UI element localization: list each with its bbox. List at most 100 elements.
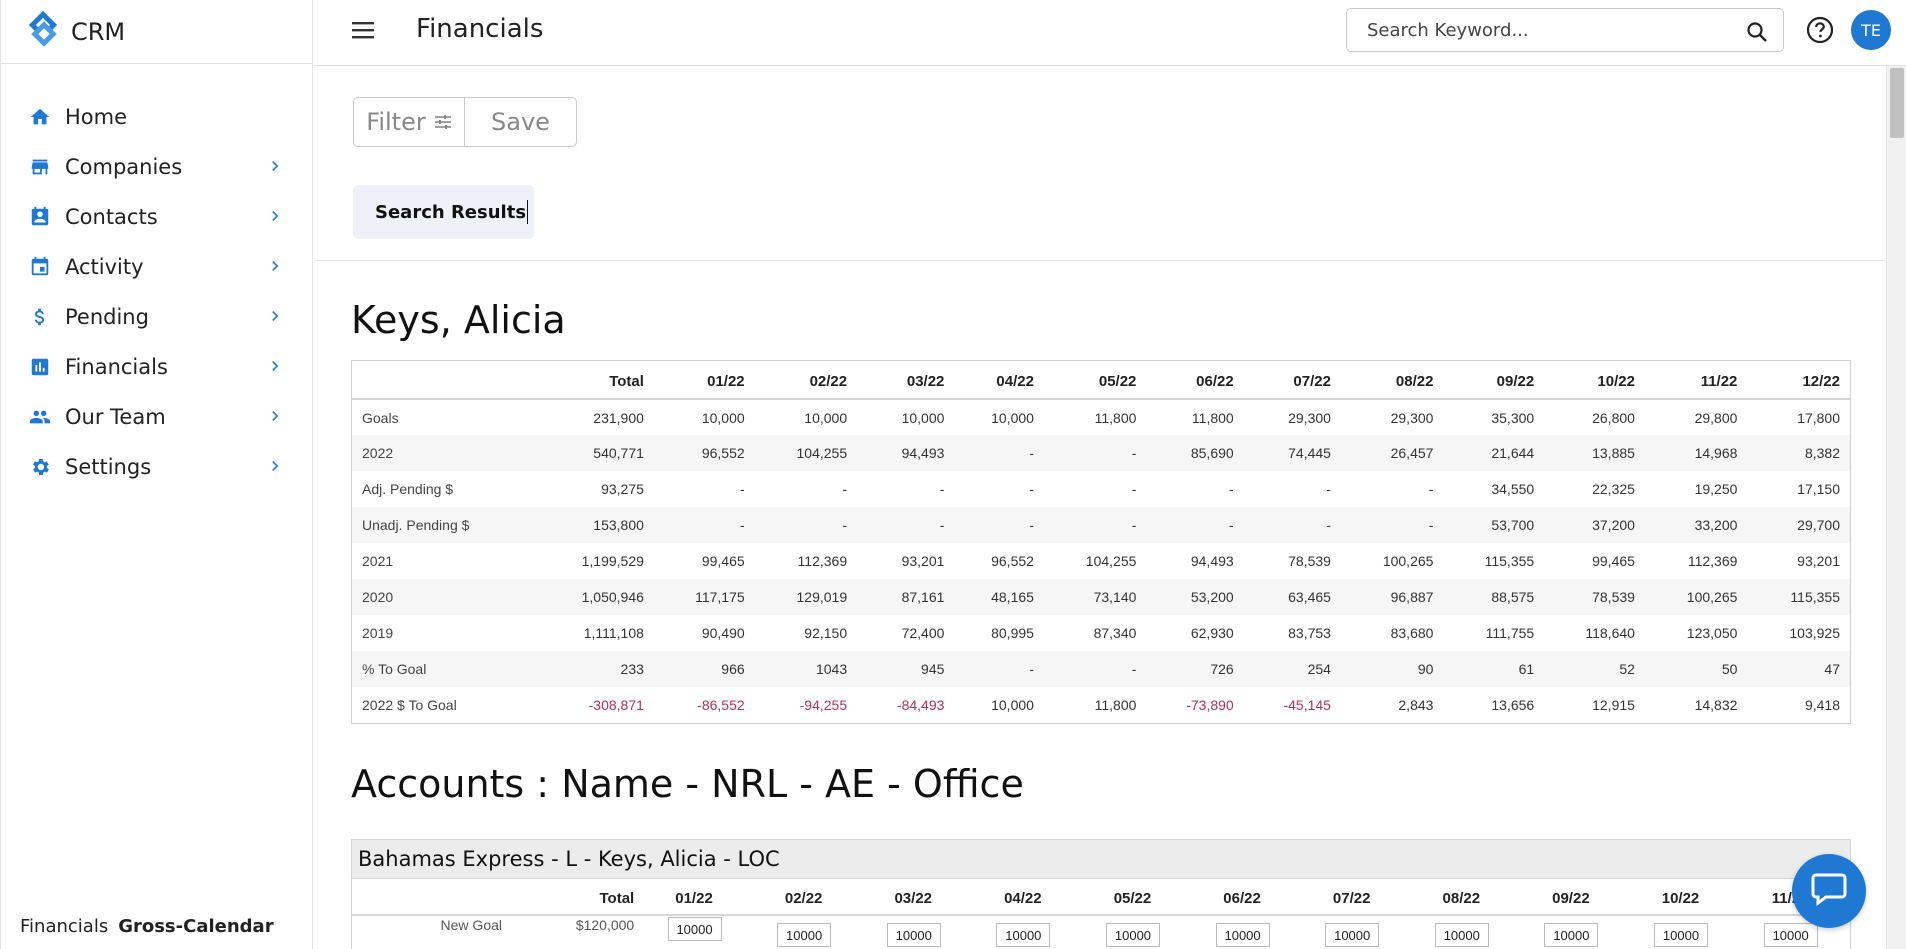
gear-icon: [27, 454, 53, 480]
sidebar-item-label: Financials: [65, 355, 168, 379]
goal-input[interactable]: [1544, 923, 1599, 947]
goal-input[interactable]: [1325, 923, 1380, 947]
table-cell: 92,150: [804, 625, 848, 641]
chevron-right-icon[interactable]: [265, 256, 285, 276]
sidebar-item-pending[interactable]: Pending: [1, 292, 312, 342]
row-label: Adj. Pending $: [362, 481, 454, 497]
goal-input[interactable]: [1105, 923, 1160, 947]
column-header: 07/22: [1243, 361, 1341, 400]
goal-input[interactable]: [886, 923, 941, 947]
tab-search-results[interactable]: Search Results: [353, 185, 534, 239]
table-row: 2020 1,050,946 117,175 129,019 87,161 48,165 7…: [352, 579, 1850, 615]
row-label: 2020: [352, 579, 532, 615]
help-icon[interactable]: [1806, 16, 1834, 48]
table-cell: [754, 915, 864, 948]
column-header: 11/22: [1644, 361, 1748, 400]
table-cell: [1083, 915, 1193, 948]
vertical-scrollbar[interactable]: [1886, 66, 1906, 949]
goal-input[interactable]: [777, 923, 832, 947]
sidebar-nav: Home Companies Contacts Activity Pending…: [1, 92, 312, 492]
sidebar-item-activity[interactable]: Activity: [1, 242, 312, 292]
table-cell: 53,200: [1146, 579, 1244, 615]
table-cell: -73,890: [1186, 697, 1234, 713]
goal-input[interactable]: [996, 923, 1051, 947]
column-header: [352, 879, 512, 916]
search-icon[interactable]: [1745, 20, 1769, 48]
table-cell: 29,700: [1747, 507, 1850, 543]
account-goals-table: Total 01/22 02/22 03/22 04/22 05/22 06/22 07/22…: [351, 879, 1851, 949]
table-cell: 966: [653, 651, 755, 687]
table-cell: -: [857, 507, 955, 543]
table-cell: 74,445: [1243, 435, 1341, 471]
home-icon: [27, 104, 53, 130]
brand[interactable]: CRM: [1, 0, 312, 64]
table-cell: 87,161: [857, 579, 955, 615]
table-cell: 83,680: [1390, 625, 1434, 641]
table-cell: 22,325: [1592, 481, 1635, 497]
crm-logo-icon: [25, 10, 63, 53]
table-cell: 21,644: [1443, 435, 1545, 471]
table-cell: 19,250: [1694, 481, 1738, 497]
column-header: 05/22: [1082, 879, 1193, 916]
goal-input[interactable]: [1434, 923, 1489, 947]
chevron-right-icon[interactable]: [265, 406, 285, 426]
table-cell: [1302, 915, 1412, 948]
chevron-right-icon[interactable]: [265, 356, 285, 376]
table-cell: [863, 915, 973, 948]
table-cell: 29,300: [1390, 409, 1434, 426]
goal-input[interactable]: [1654, 923, 1708, 947]
toolbar: Filter Save: [353, 97, 577, 147]
table-cell: 78,539: [1288, 553, 1331, 569]
goal-input[interactable]: [1763, 923, 1818, 947]
table-cell: 96,887: [1340, 579, 1444, 615]
chat-bubble-icon: [1810, 871, 1848, 911]
goal-input[interactable]: [1215, 923, 1270, 947]
chat-button[interactable]: [1792, 854, 1866, 928]
sidebar-item-our-team[interactable]: Our Team: [1, 392, 312, 442]
sidebar-item-label: Home: [65, 105, 128, 129]
table-cell: 153,800: [532, 507, 654, 543]
chevron-right-icon[interactable]: [265, 306, 285, 326]
row-label: 2019: [362, 625, 394, 641]
sidebar-item-companies[interactable]: Companies: [1, 142, 312, 192]
table-row: % To Goal 233 966 1043 945- -726 254 90 61 52 50 47: [352, 651, 1850, 687]
filter-button[interactable]: Filter: [353, 97, 465, 147]
column-header: 08/22: [1411, 879, 1522, 916]
table-cell: 14,832: [1694, 697, 1738, 713]
avatar[interactable]: TE: [1851, 10, 1891, 50]
chevron-right-icon[interactable]: [265, 156, 285, 176]
table-cell: -: [1229, 481, 1234, 497]
sidebar-item-contacts[interactable]: Contacts: [1, 192, 312, 242]
save-button[interactable]: Save: [465, 97, 577, 147]
table-cell: -84,493: [896, 697, 945, 713]
sidebar-item-settings[interactable]: Settings: [1, 442, 312, 492]
table-cell: 112,369: [1687, 553, 1738, 569]
sidebar-item-financials[interactable]: Financials: [1, 342, 312, 392]
table-cell: 99,465: [1592, 553, 1635, 569]
search-input[interactable]: [1365, 9, 1735, 51]
column-header: 01/22: [653, 361, 755, 400]
table-cell: [1631, 915, 1741, 948]
table-cell: -: [1243, 507, 1341, 543]
table-cell: -308,871: [588, 697, 644, 713]
sidebar-item-label: Our Team: [65, 405, 166, 429]
table-cell: 37,200: [1544, 507, 1645, 543]
scrollbar-thumb[interactable]: [1890, 68, 1904, 138]
sidebar-item-label: Pending: [65, 305, 149, 329]
accounts-heading: Accounts : Name - NRL - AE - Office: [351, 762, 1024, 806]
table-cell: 115,355: [1747, 579, 1850, 615]
hamburger-menu-icon[interactable]: [352, 21, 376, 41]
bar-chart-icon: [27, 354, 53, 380]
table-cell: -: [653, 507, 755, 543]
table-cell: [644, 915, 754, 948]
chevron-right-icon[interactable]: [265, 456, 285, 476]
table-cell: 118,640: [1585, 625, 1635, 641]
goal-input[interactable]: [667, 917, 722, 941]
column-header: 03/22: [857, 361, 955, 400]
sidebar-item-home[interactable]: Home: [1, 92, 312, 142]
table-cell: -45,145: [1283, 697, 1331, 713]
table-cell: -86,552: [697, 697, 745, 713]
column-header: 04/22: [973, 879, 1083, 916]
table-cell: -: [1043, 435, 1147, 471]
chevron-right-icon[interactable]: [265, 206, 285, 226]
